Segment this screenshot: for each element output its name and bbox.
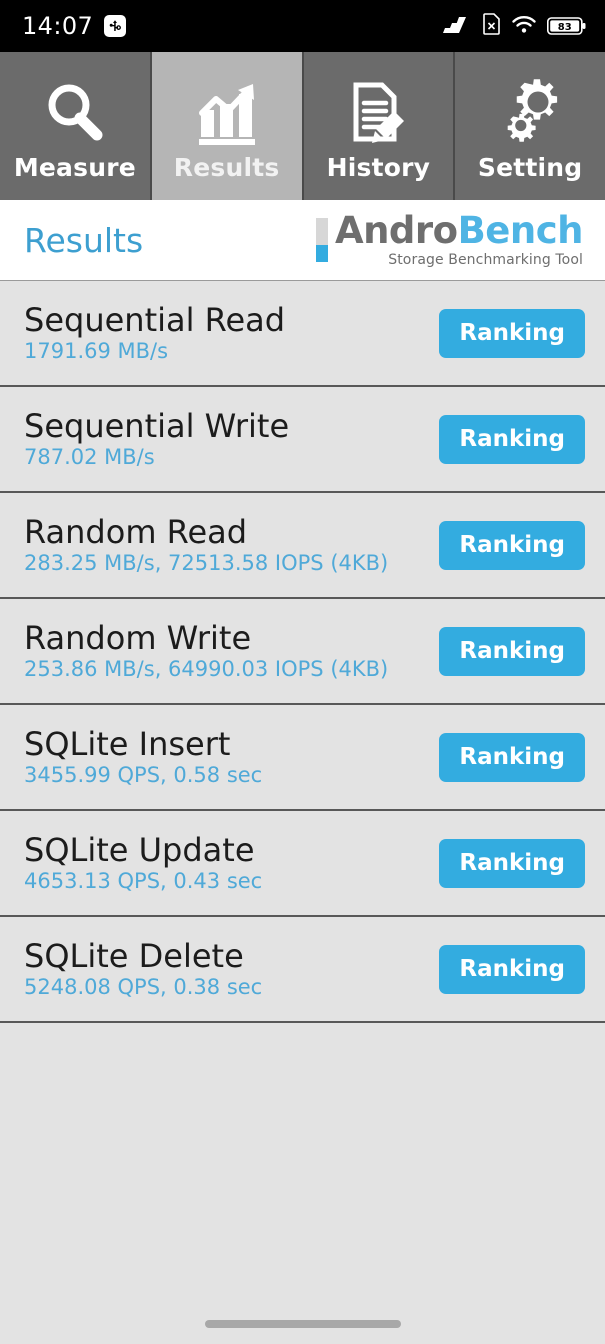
signal-bars-icon bbox=[443, 14, 473, 38]
tab-results[interactable]: Results bbox=[151, 52, 304, 200]
row-texts: Random Write 253.86 MB/s, 64990.03 IOPS … bbox=[24, 618, 389, 682]
magnifier-icon bbox=[39, 77, 111, 149]
logo-bench: Bench bbox=[457, 209, 584, 252]
logo-tagline: Storage Benchmarking Tool bbox=[388, 252, 583, 268]
row-texts: Sequential Read 1791.69 MB/s bbox=[24, 300, 286, 364]
battery-icon: 83 bbox=[547, 16, 587, 36]
table-row[interactable]: Sequential Write 787.02 MB/s Ranking bbox=[0, 387, 605, 493]
tab-measure-label: Measure bbox=[13, 152, 136, 182]
tab-results-label: Results bbox=[173, 152, 280, 182]
row-texts: Sequential Write 787.02 MB/s bbox=[24, 406, 290, 470]
result-value: 283.25 MB/s, 72513.58 IOPS (4KB) bbox=[24, 551, 389, 576]
no-sim-card-icon bbox=[483, 13, 501, 39]
page-title: Results bbox=[24, 220, 144, 260]
ranking-button[interactable]: Ranking bbox=[439, 732, 585, 782]
tab-history-label: History bbox=[326, 152, 431, 182]
androbench-logo: AndroBench Storage Benchmarking Tool bbox=[315, 209, 584, 268]
table-row[interactable]: SQLite Delete 5248.08 QPS, 0.38 sec Rank… bbox=[0, 917, 605, 1023]
logo-text: AndroBench Storage Benchmarking Tool bbox=[334, 209, 584, 268]
row-texts: Random Read 283.25 MB/s, 72513.58 IOPS (… bbox=[24, 512, 389, 576]
usb-debugging-icon bbox=[104, 15, 127, 37]
table-row[interactable]: Random Write 253.86 MB/s, 64990.03 IOPS … bbox=[0, 599, 605, 705]
ranking-button[interactable]: Ranking bbox=[439, 626, 585, 676]
clock: 14:07 bbox=[22, 12, 94, 40]
table-row[interactable]: Sequential Read 1791.69 MB/s Ranking bbox=[0, 281, 605, 387]
logo-andro: Andro bbox=[334, 209, 458, 252]
document-pencil-icon bbox=[342, 77, 414, 149]
page-header: Results AndroBench Storage Benchmarking … bbox=[0, 200, 605, 281]
result-title: Sequential Write bbox=[24, 406, 290, 445]
list-empty-space bbox=[0, 1023, 605, 1304]
tab-setting-label: Setting bbox=[477, 152, 583, 182]
row-texts: SQLite Insert 3455.99 QPS, 0.58 sec bbox=[24, 724, 263, 788]
result-title: SQLite Delete bbox=[24, 936, 244, 975]
battery-percent-text: 83 bbox=[558, 22, 572, 33]
tab-history[interactable]: History bbox=[303, 52, 456, 200]
status-bar-left: 14:07 bbox=[22, 12, 127, 40]
tab-setting[interactable]: Setting bbox=[455, 52, 605, 200]
ranking-button[interactable]: Ranking bbox=[439, 520, 585, 570]
result-value: 4653.13 QPS, 0.43 sec bbox=[24, 869, 263, 894]
result-title: SQLite Insert bbox=[24, 724, 231, 763]
result-title: Sequential Read bbox=[24, 300, 286, 339]
ranking-button[interactable]: Ranking bbox=[439, 944, 585, 994]
results-list: Sequential Read 1791.69 MB/s Ranking Seq… bbox=[0, 281, 605, 1304]
ranking-button[interactable]: Ranking bbox=[439, 308, 585, 358]
table-row[interactable]: Random Read 283.25 MB/s, 72513.58 IOPS (… bbox=[0, 493, 605, 599]
ranking-button[interactable]: Ranking bbox=[439, 838, 585, 888]
result-value: 3455.99 QPS, 0.58 sec bbox=[24, 763, 263, 788]
bar-chart-trend-icon bbox=[191, 77, 263, 149]
ranking-button[interactable]: Ranking bbox=[439, 414, 585, 464]
status-bar-right: 83 bbox=[443, 13, 587, 39]
result-title: Random Write bbox=[24, 618, 252, 657]
table-row[interactable]: SQLite Insert 3455.99 QPS, 0.58 sec Rank… bbox=[0, 705, 605, 811]
logo-bar-icon bbox=[315, 218, 328, 262]
row-texts: SQLite Delete 5248.08 QPS, 0.38 sec bbox=[24, 936, 263, 1000]
system-navigation-bar bbox=[0, 1304, 605, 1344]
app-window: 14:07 83 Measure Results History Setting… bbox=[0, 0, 605, 1344]
table-row[interactable]: SQLite Update 4653.13 QPS, 0.43 sec Rank… bbox=[0, 811, 605, 917]
result-value: 253.86 MB/s, 64990.03 IOPS (4KB) bbox=[24, 657, 389, 682]
result-title: Random Read bbox=[24, 512, 248, 551]
result-value: 787.02 MB/s bbox=[24, 445, 155, 470]
gears-icon bbox=[494, 77, 566, 149]
home-gesture-pill[interactable] bbox=[204, 1320, 401, 1328]
wifi-icon bbox=[511, 14, 537, 38]
result-value: 1791.69 MB/s bbox=[24, 339, 169, 364]
result-value: 5248.08 QPS, 0.38 sec bbox=[24, 975, 263, 1000]
tab-measure[interactable]: Measure bbox=[0, 52, 152, 200]
main-tab-bar: Measure Results History Setting bbox=[0, 52, 605, 200]
logo-wordmark: AndroBench bbox=[334, 209, 584, 252]
row-texts: SQLite Update 4653.13 QPS, 0.43 sec bbox=[24, 830, 263, 894]
status-bar: 14:07 83 bbox=[0, 0, 605, 52]
result-title: SQLite Update bbox=[24, 830, 255, 869]
